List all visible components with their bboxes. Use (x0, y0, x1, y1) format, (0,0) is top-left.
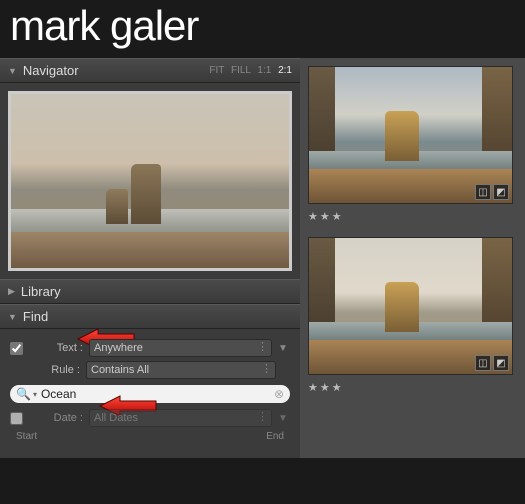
thumbnail[interactable]: ◫ ◩ (308, 237, 513, 375)
disclosure-triangle-icon: ▶ (8, 286, 15, 297)
text-checkbox[interactable] (10, 342, 23, 355)
grid-area: ◫ ◩ ★★★ ◫ ◩ ★★★ (300, 58, 525, 458)
left-panel: ▼ Navigator FIT FILL 1:1 2:1 ▶ Library ▼… (0, 58, 300, 458)
expander-icon[interactable]: ▼ (276, 343, 290, 354)
metadata-badge-icon[interactable]: ◫ (475, 355, 491, 371)
find-label: Find (23, 309, 292, 324)
disclosure-triangle-icon: ▼ (8, 312, 17, 322)
rule-label: Rule : (24, 364, 80, 376)
zoom-levels: FIT FILL 1:1 2:1 (205, 65, 292, 76)
rule-select[interactable]: Contains All (86, 361, 276, 379)
search-input[interactable] (41, 387, 274, 401)
find-text-row: Text : Anywhere ▼ (10, 339, 290, 357)
zoom-1-1[interactable]: 1:1 (257, 65, 271, 76)
thumbnail[interactable]: ◫ ◩ (308, 66, 513, 204)
find-date-row: Date : All Dates ▼ (10, 409, 290, 427)
library-header[interactable]: ▶ Library (0, 279, 300, 304)
navigator-header[interactable]: ▼ Navigator FIT FILL 1:1 2:1 (0, 58, 300, 83)
zoom-fill[interactable]: FILL (231, 65, 251, 76)
find-panel: Text : Anywhere ▼ Rule : Contains All (0, 329, 300, 458)
zoom-fit[interactable]: FIT (209, 65, 224, 76)
date-label: Date : (27, 412, 83, 424)
search-field[interactable]: 🔍 ▾ ⊗ (10, 385, 290, 403)
date-select: All Dates (89, 409, 272, 427)
text-scope-select[interactable]: Anywhere (89, 339, 272, 357)
navigator-preview[interactable] (8, 91, 292, 271)
clear-icon[interactable]: ⊗ (274, 387, 284, 401)
date-range: Start End (10, 431, 290, 448)
search-icon: 🔍 (16, 387, 31, 401)
find-rule-row: Rule : Contains All (10, 361, 290, 379)
find-header[interactable]: ▼ Find (0, 304, 300, 329)
library-label: Library (21, 284, 292, 299)
date-end-label: End (266, 431, 284, 442)
page-title: mark galer (0, 0, 525, 58)
rating-stars[interactable]: ★★★ (308, 381, 517, 394)
date-start-label: Start (16, 431, 37, 442)
navigator-label: Navigator (23, 63, 205, 78)
zoom-2-1[interactable]: 2:1 (278, 65, 292, 76)
search-dropdown-icon[interactable]: ▾ (33, 390, 37, 399)
rating-stars[interactable]: ★★★ (308, 210, 517, 223)
date-checkbox[interactable] (10, 412, 23, 425)
expander-icon[interactable]: ▼ (276, 413, 290, 424)
crop-badge-icon[interactable]: ◩ (493, 355, 509, 371)
disclosure-triangle-icon: ▼ (8, 66, 17, 76)
metadata-badge-icon[interactable]: ◫ (475, 184, 491, 200)
text-label: Text : (27, 342, 83, 354)
crop-badge-icon[interactable]: ◩ (493, 184, 509, 200)
